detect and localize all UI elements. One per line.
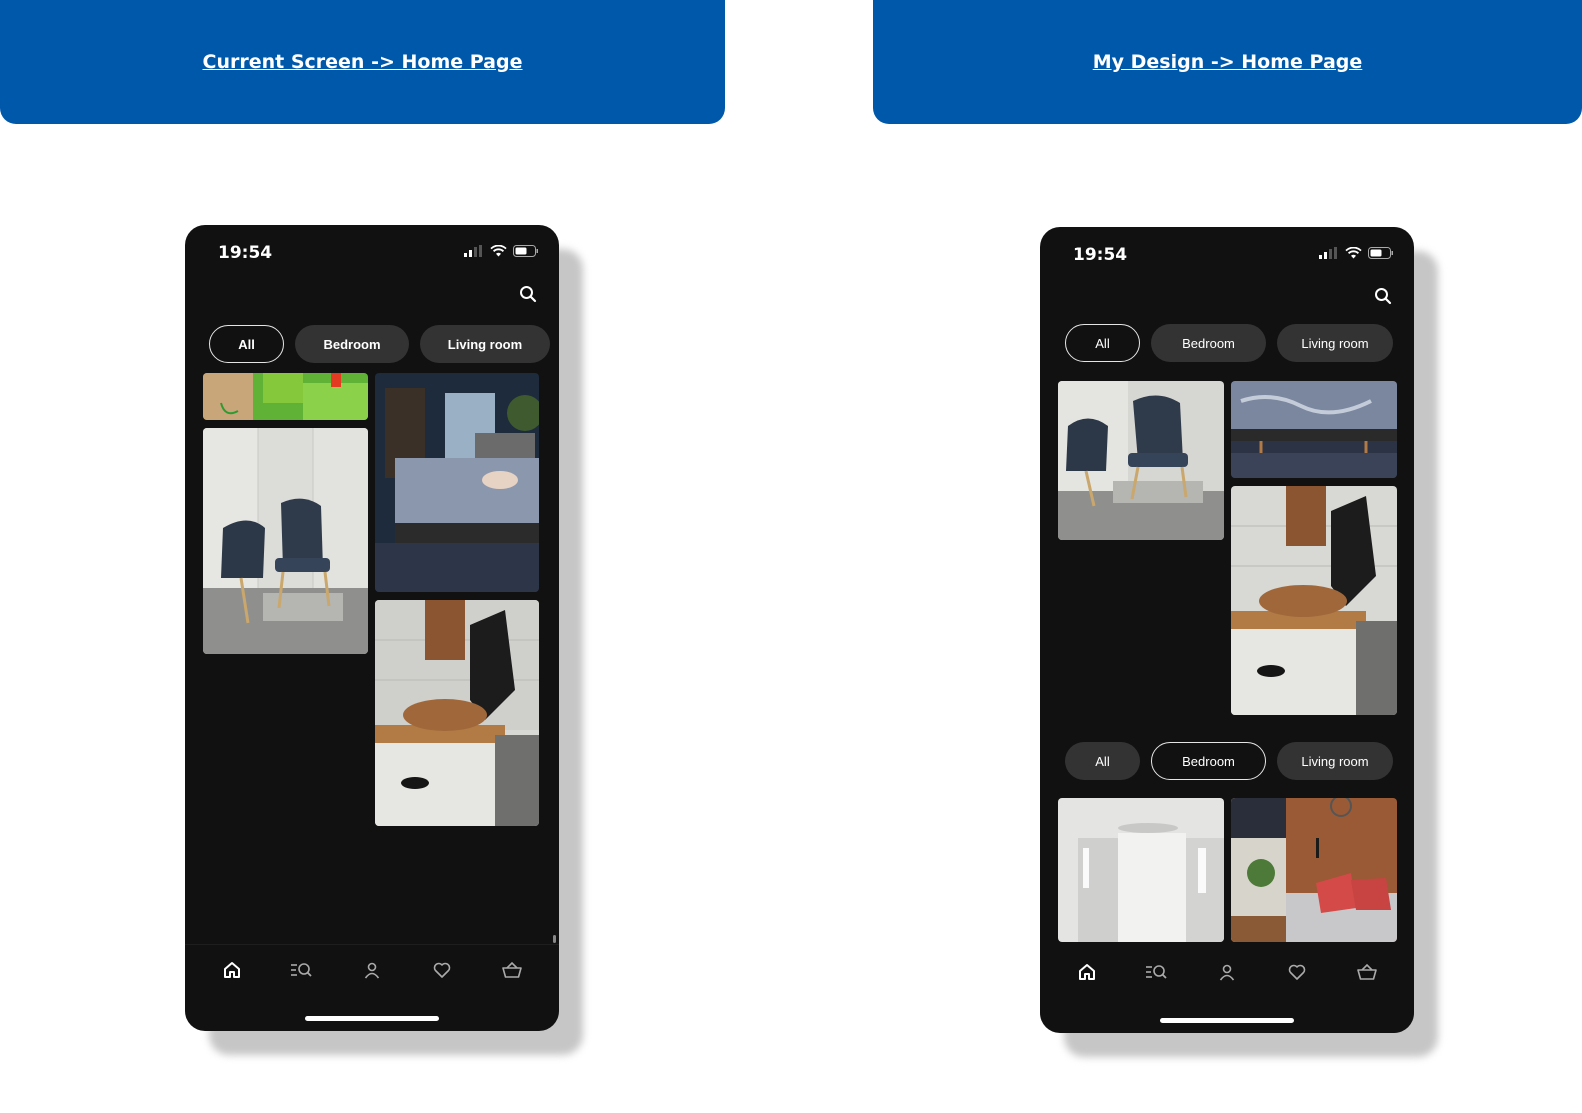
chip-bedroom[interactable]: Bedroom: [1151, 742, 1266, 780]
home-icon: [1079, 964, 1095, 980]
search-button[interactable]: [517, 283, 539, 305]
category-chips-bottom: All Bedroom Living room: [1065, 742, 1393, 780]
search-icon: [520, 286, 537, 303]
wifi-icon: [1345, 247, 1362, 259]
battery-icon: [513, 245, 538, 257]
chip-living-room[interactable]: Living room: [420, 325, 550, 363]
battery-icon: [1368, 247, 1393, 259]
basket-icon: [1357, 963, 1377, 980]
nav-browse[interactable]: [1137, 952, 1177, 992]
chip-all[interactable]: All: [1065, 324, 1140, 362]
nav-home[interactable]: [212, 950, 252, 990]
nav-basket[interactable]: [1347, 952, 1387, 992]
product-image-bread[interactable]: [375, 600, 539, 826]
my-design-phone: 19:54 All Bedroom Living room All Bedroo…: [1040, 227, 1414, 1033]
bottom-nav: [1040, 947, 1414, 997]
heart-icon: [1288, 964, 1306, 980]
category-chips: All Bedroom Living room: [209, 325, 550, 363]
basket-icon: [502, 961, 522, 978]
profile-icon: [364, 962, 380, 979]
scroll-indicator: [553, 935, 556, 943]
nav-favourites[interactable]: [1277, 952, 1317, 992]
nav-browse[interactable]: [282, 950, 322, 990]
status-time: 19:54: [218, 243, 273, 263]
home-indicator: [1160, 1018, 1294, 1023]
bottom-nav: [185, 945, 559, 995]
browse-search-icon: [1146, 965, 1167, 979]
product-image-bread[interactable]: [1231, 486, 1397, 715]
status-icons: [464, 245, 539, 257]
product-image-bedroom-cushions[interactable]: [1231, 798, 1397, 942]
home-indicator: [305, 1016, 439, 1021]
search-button[interactable]: [1372, 285, 1394, 307]
nav-profile[interactable]: [352, 950, 392, 990]
nav-profile[interactable]: [1207, 952, 1247, 992]
browse-search-icon: [291, 963, 312, 977]
chip-all[interactable]: All: [209, 325, 284, 363]
search-icon: [1375, 288, 1392, 305]
product-image-wardrobe[interactable]: [1058, 798, 1224, 942]
my-design-banner: My Design -> Home Page: [873, 0, 1582, 124]
signal-icon: [464, 245, 482, 257]
status-icons: [1319, 247, 1394, 259]
current-screen-phone: 19:54 All Bedroom Living room: [185, 225, 559, 1031]
chip-living-room[interactable]: Living room: [1277, 324, 1393, 362]
chip-bedroom[interactable]: Bedroom: [1151, 324, 1266, 362]
product-image-armchair[interactable]: [1058, 381, 1224, 540]
home-icon: [224, 962, 240, 978]
product-image-armchair[interactable]: [203, 428, 368, 654]
nav-basket[interactable]: [492, 950, 532, 990]
current-screen-title[interactable]: Current Screen -> Home Page: [203, 51, 523, 73]
chip-living-room[interactable]: Living room: [1277, 742, 1393, 780]
heart-icon: [433, 962, 451, 978]
nav-favourites[interactable]: [422, 950, 462, 990]
category-chips-top: All Bedroom Living room: [1065, 324, 1393, 362]
signal-icon: [1319, 247, 1337, 259]
nav-home[interactable]: [1067, 952, 1107, 992]
product-image-bed[interactable]: [1231, 381, 1397, 478]
profile-icon: [1219, 964, 1235, 981]
current-screen-banner: Current Screen -> Home Page: [0, 0, 725, 124]
chip-bedroom[interactable]: Bedroom: [295, 325, 409, 363]
my-design-title[interactable]: My Design -> Home Page: [1093, 51, 1363, 73]
product-image-toys[interactable]: [203, 373, 368, 420]
wifi-icon: [490, 245, 507, 257]
product-image-bedroom[interactable]: [375, 373, 539, 592]
chip-all[interactable]: All: [1065, 742, 1140, 780]
status-time: 19:54: [1073, 245, 1128, 265]
